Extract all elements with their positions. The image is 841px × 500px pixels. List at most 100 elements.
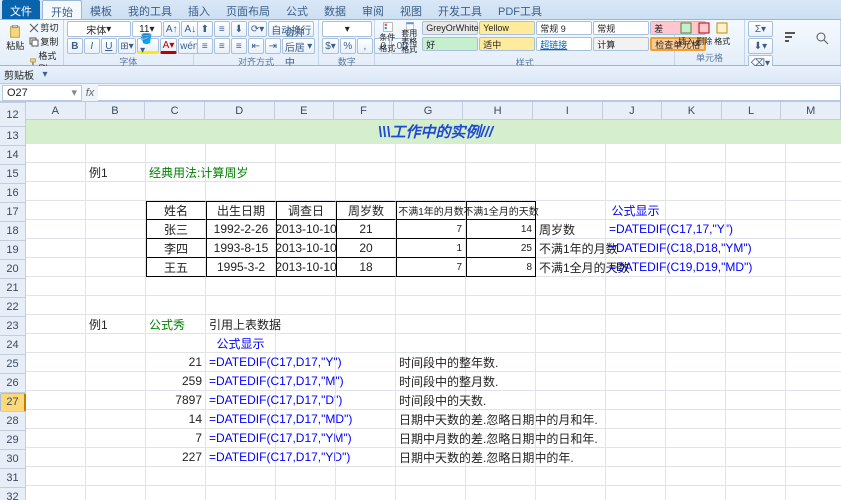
tab-file[interactable]: 文件	[2, 0, 40, 19]
cell-I26[interactable]	[536, 391, 606, 410]
cell-A30[interactable]	[26, 467, 86, 486]
cell-M31[interactable]	[786, 486, 841, 500]
row-header-19[interactable]: 19	[0, 241, 26, 260]
style-normal[interactable]: 常规	[593, 21, 649, 35]
cell-I30[interactable]	[536, 467, 606, 486]
cell-F31[interactable]	[336, 486, 396, 500]
cell-A15[interactable]	[26, 182, 86, 201]
cell-K23[interactable]	[666, 334, 726, 353]
cell-A24[interactable]	[26, 353, 86, 372]
delete-cell-button[interactable]: 删除	[696, 21, 712, 47]
cell-A22[interactable]	[26, 315, 86, 334]
cell-F26[interactable]	[336, 391, 396, 410]
cell-G18[interactable]: 1	[396, 239, 466, 258]
cell-M19[interactable]	[786, 258, 841, 277]
cell-H27[interactable]	[466, 410, 536, 429]
cell-G26[interactable]: 时间段中的天数.	[396, 391, 466, 410]
cell-A17[interactable]	[26, 220, 86, 239]
tab-template[interactable]: 模板	[82, 0, 120, 19]
col-header-C[interactable]: C	[145, 102, 205, 120]
col-header-M[interactable]: M	[781, 102, 841, 120]
cell-G29[interactable]: 日期中天数的差.忽略日期中的年.	[396, 448, 466, 467]
cell-F20[interactable]	[336, 277, 396, 296]
cell-I18[interactable]: 不满1年的月数	[536, 239, 606, 258]
cell-E30[interactable]	[276, 467, 336, 486]
cell-J27[interactable]	[606, 410, 666, 429]
cell-J19[interactable]: =DATEDIF(C19,D19,"MD")	[606, 258, 666, 277]
cell-E28[interactable]	[276, 429, 336, 448]
align-right-button[interactable]: ≡	[231, 38, 247, 54]
cell-H26[interactable]	[466, 391, 536, 410]
tab-review[interactable]: 审阅	[354, 0, 392, 19]
cell-C16[interactable]: 姓名	[146, 201, 206, 220]
cell-F22[interactable]	[336, 315, 396, 334]
cell-L23[interactable]	[726, 334, 786, 353]
cell-A28[interactable]	[26, 429, 86, 448]
col-header-L[interactable]: L	[722, 102, 782, 120]
align-center-button[interactable]: ≡	[214, 38, 230, 54]
cell-C28[interactable]: 7	[146, 429, 206, 448]
cell-B16[interactable]	[86, 201, 146, 220]
cell-H13[interactable]	[466, 144, 536, 163]
cell-M22[interactable]	[786, 315, 841, 334]
cell-H19[interactable]: 8	[466, 258, 536, 277]
cell-M14[interactable]	[786, 163, 841, 182]
cell-H20[interactable]	[466, 277, 536, 296]
cell-A25[interactable]	[26, 372, 86, 391]
fill-color-button[interactable]: 🪣▾	[137, 38, 159, 54]
cond-format-button[interactable]: 条件格式	[378, 21, 398, 55]
cell-J24[interactable]	[606, 353, 666, 372]
fill-button[interactable]: ⬇▾	[748, 38, 773, 54]
cell-J20[interactable]	[606, 277, 666, 296]
cell-M13[interactable]	[786, 144, 841, 163]
cell-I28[interactable]	[536, 429, 606, 448]
row-header-27[interactable]: 27	[0, 393, 26, 412]
cell-L24[interactable]	[726, 353, 786, 372]
row-header-18[interactable]: 18	[0, 222, 26, 241]
qbar-expand[interactable]: ▾	[37, 68, 53, 82]
tab-layout[interactable]: 页面布局	[218, 0, 278, 19]
cell-I16[interactable]	[536, 201, 606, 220]
row-header-25[interactable]: 25	[0, 355, 26, 374]
cell-G21[interactable]	[396, 296, 466, 315]
cell-D17[interactable]: 1992-2-26	[206, 220, 276, 239]
cell-E26[interactable]	[276, 391, 336, 410]
insert-cell-button[interactable]: 插入	[678, 21, 694, 47]
autosum-button[interactable]: Σ▾	[748, 21, 773, 37]
cell-G25[interactable]: 时间段中的整月数.	[396, 372, 466, 391]
cell-I23[interactable]	[536, 334, 606, 353]
style-normal9[interactable]: 常规 9	[536, 21, 592, 35]
cell-L25[interactable]	[726, 372, 786, 391]
tab-data[interactable]: 数据	[316, 0, 354, 19]
cell-C27[interactable]: 14	[146, 410, 206, 429]
copy-button[interactable]: 复制	[29, 35, 59, 48]
cell-F24[interactable]	[336, 353, 396, 372]
cell-H14[interactable]	[466, 163, 536, 182]
cell-M30[interactable]	[786, 467, 841, 486]
cell-B14[interactable]: 例1	[86, 163, 146, 182]
cell-J29[interactable]	[606, 448, 666, 467]
cell-E19[interactable]: 2013-10-10	[276, 258, 336, 277]
cell-C31[interactable]	[146, 486, 206, 500]
banner-cell[interactable]: \\\工作中的实例///	[26, 120, 841, 144]
align-top-button[interactable]: ⬆	[197, 21, 213, 37]
cell-D20[interactable]	[206, 277, 276, 296]
cell-K21[interactable]	[666, 296, 726, 315]
cell-I17[interactable]: 周岁数	[536, 220, 606, 239]
cell-C17[interactable]: 张三	[146, 220, 206, 239]
cell-E13[interactable]	[276, 144, 336, 163]
cell-G19[interactable]: 7	[396, 258, 466, 277]
cell-C25[interactable]: 259	[146, 372, 206, 391]
cell-M21[interactable]	[786, 296, 841, 315]
cell-B31[interactable]	[86, 486, 146, 500]
tab-pdf[interactable]: PDF工具	[490, 0, 550, 19]
col-header-K[interactable]: K	[662, 102, 722, 120]
cell-G20[interactable]	[396, 277, 466, 296]
font-color-button[interactable]: A▾	[160, 38, 177, 54]
cell-E29[interactable]	[276, 448, 336, 467]
cell-J14[interactable]	[606, 163, 666, 182]
tab-dev[interactable]: 开发工具	[430, 0, 490, 19]
cell-A31[interactable]	[26, 486, 86, 500]
cell-B23[interactable]	[86, 334, 146, 353]
cell-M16[interactable]	[786, 201, 841, 220]
